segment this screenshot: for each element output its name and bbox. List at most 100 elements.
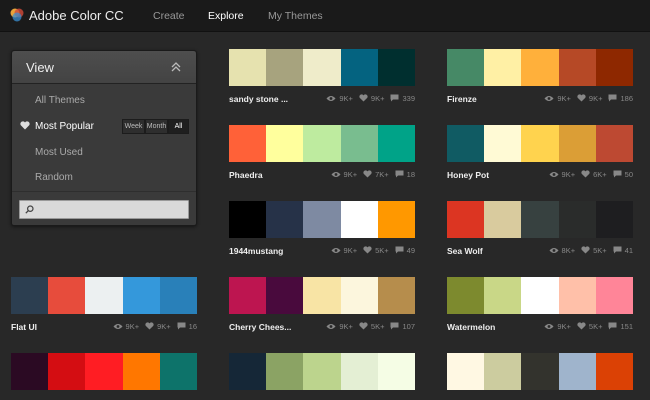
eye-icon [326, 94, 339, 103]
color-swatch [521, 49, 559, 86]
brand-title[interactable]: Adobe Color CC [29, 8, 124, 23]
filter-week-button[interactable]: Week [122, 119, 145, 134]
theme-swatches[interactable] [229, 49, 416, 86]
color-swatch [48, 353, 86, 390]
theme-card[interactable]: Watermelon 9K+ 5K+ 151 [447, 277, 634, 332]
theme-swatches[interactable] [11, 353, 198, 390]
likes-count: 9K+ [370, 94, 385, 103]
comment-icon [395, 246, 407, 255]
theme-card[interactable]: Phaedra 9K+ 7K+ 18 [229, 125, 416, 180]
comment-icon [177, 322, 189, 331]
comments-stat[interactable]: 16 [177, 322, 197, 331]
theme-swatches[interactable] [447, 277, 634, 314]
menu-item-random[interactable]: Random [35, 172, 73, 183]
filter-month-button[interactable]: Month [145, 119, 168, 134]
color-swatch [11, 353, 49, 390]
likes-stat[interactable]: 9K+ [359, 94, 385, 103]
theme-card[interactable]: 1944mustang 9K+ 5K+ 49 [229, 201, 416, 256]
theme-name[interactable]: Firenze [447, 94, 477, 104]
eye-icon [113, 322, 126, 331]
comments-stat[interactable]: 18 [395, 170, 415, 179]
likes-stat[interactable]: 6K+ [581, 170, 607, 179]
theme-card[interactable] [229, 353, 416, 400]
theme-stats: 9K+ 5K+ 151 [538, 322, 633, 331]
likes-stat[interactable]: 5K+ [577, 322, 602, 331]
comments-stat[interactable]: 151 [608, 322, 633, 331]
search-box[interactable] [19, 200, 189, 219]
theme-card[interactable]: Honey Pot 9K+ 6K+ 50 [447, 125, 634, 180]
comments-stat[interactable]: 41 [613, 246, 633, 255]
theme-swatches[interactable] [447, 201, 634, 238]
chevron-up-icon[interactable] [170, 61, 182, 73]
nav-explore[interactable]: Explore [208, 10, 244, 22]
likes-stat[interactable]: 5K+ [581, 246, 607, 255]
nav-my-themes[interactable]: My Themes [268, 10, 323, 22]
theme-swatches[interactable] [447, 125, 634, 162]
comments-stat[interactable]: 49 [395, 246, 415, 255]
comments-count: 107 [402, 322, 415, 331]
views-stat: 9K+ [113, 322, 139, 331]
theme-card[interactable]: Flat UI 9K+ 9K+ 16 [11, 277, 198, 332]
view-panel-header[interactable]: View [12, 51, 196, 84]
color-swatch [48, 277, 86, 314]
theme-swatches[interactable] [447, 353, 634, 390]
heart-icon [577, 94, 589, 103]
menu-item-all-themes[interactable]: All Themes [35, 95, 85, 106]
likes-stat[interactable]: 9K+ [145, 322, 171, 331]
comments-stat[interactable]: 107 [390, 322, 415, 331]
search-input[interactable] [37, 203, 185, 216]
theme-name[interactable]: 1944mustang [229, 246, 283, 256]
theme-name[interactable]: Watermelon [447, 322, 495, 332]
nav-create[interactable]: Create [153, 10, 185, 22]
views-stat: 9K+ [331, 170, 358, 179]
color-swatch [229, 353, 267, 390]
comments-count: 50 [624, 170, 633, 179]
color-swatch [377, 277, 416, 314]
theme-name[interactable]: Phaedra [229, 170, 263, 180]
theme-name[interactable]: Cherry Chees... [229, 322, 291, 332]
theme-swatches[interactable] [447, 49, 634, 86]
likes-stat[interactable]: 5K+ [359, 322, 384, 331]
eye-icon [544, 322, 557, 331]
views-count: 9K+ [557, 322, 571, 331]
adobe-color-logo-icon[interactable] [9, 7, 25, 23]
color-swatch [85, 277, 123, 314]
comments-stat[interactable]: 50 [613, 170, 633, 179]
color-swatch [159, 277, 198, 314]
likes-count: 9K+ [157, 322, 171, 331]
color-swatch [484, 353, 522, 390]
theme-swatches[interactable] [229, 201, 416, 238]
color-swatch [595, 201, 634, 238]
comments-stat[interactable]: 186 [608, 94, 633, 103]
theme-swatches[interactable] [229, 125, 416, 162]
menu-item-most-used[interactable]: Most Used [35, 147, 83, 158]
theme-name[interactable]: Honey Pot [447, 170, 489, 180]
theme-card[interactable] [11, 353, 198, 400]
theme-card[interactable] [447, 353, 634, 400]
color-swatch [595, 125, 634, 162]
theme-name[interactable]: sandy stone ... [229, 94, 288, 104]
theme-swatches[interactable] [229, 277, 416, 314]
comment-icon [613, 246, 625, 255]
comments-stat[interactable]: 339 [390, 94, 415, 103]
color-swatch [229, 49, 267, 86]
theme-swatches[interactable] [229, 353, 416, 390]
theme-stats: 9K+ 5K+ 49 [325, 246, 415, 255]
comments-count: 151 [620, 322, 633, 331]
likes-stat[interactable]: 7K+ [363, 170, 389, 179]
theme-card[interactable]: Cherry Chees... 9K+ 5K+ 107 [229, 277, 416, 332]
views-count: 9K+ [343, 170, 358, 179]
likes-stat[interactable]: 5K+ [363, 246, 389, 255]
menu-item-most-popular[interactable]: Most Popular [35, 121, 94, 132]
views-stat: 9K+ [326, 322, 353, 331]
likes-stat[interactable]: 9K+ [577, 94, 602, 103]
theme-swatches[interactable] [11, 277, 198, 314]
theme-card[interactable]: Sea Wolf 8K+ 5K+ 41 [447, 201, 634, 256]
theme-card[interactable]: sandy stone ... 9K+ 9K+ 339 [229, 49, 416, 104]
theme-name[interactable]: Sea Wolf [447, 246, 483, 256]
color-swatch [447, 125, 485, 162]
theme-name[interactable]: Flat UI [11, 322, 37, 332]
theme-card[interactable]: Firenze 9K+ 9K+ 186 [447, 49, 634, 104]
filter-all-button[interactable]: All [168, 119, 189, 134]
color-swatch [558, 201, 596, 238]
